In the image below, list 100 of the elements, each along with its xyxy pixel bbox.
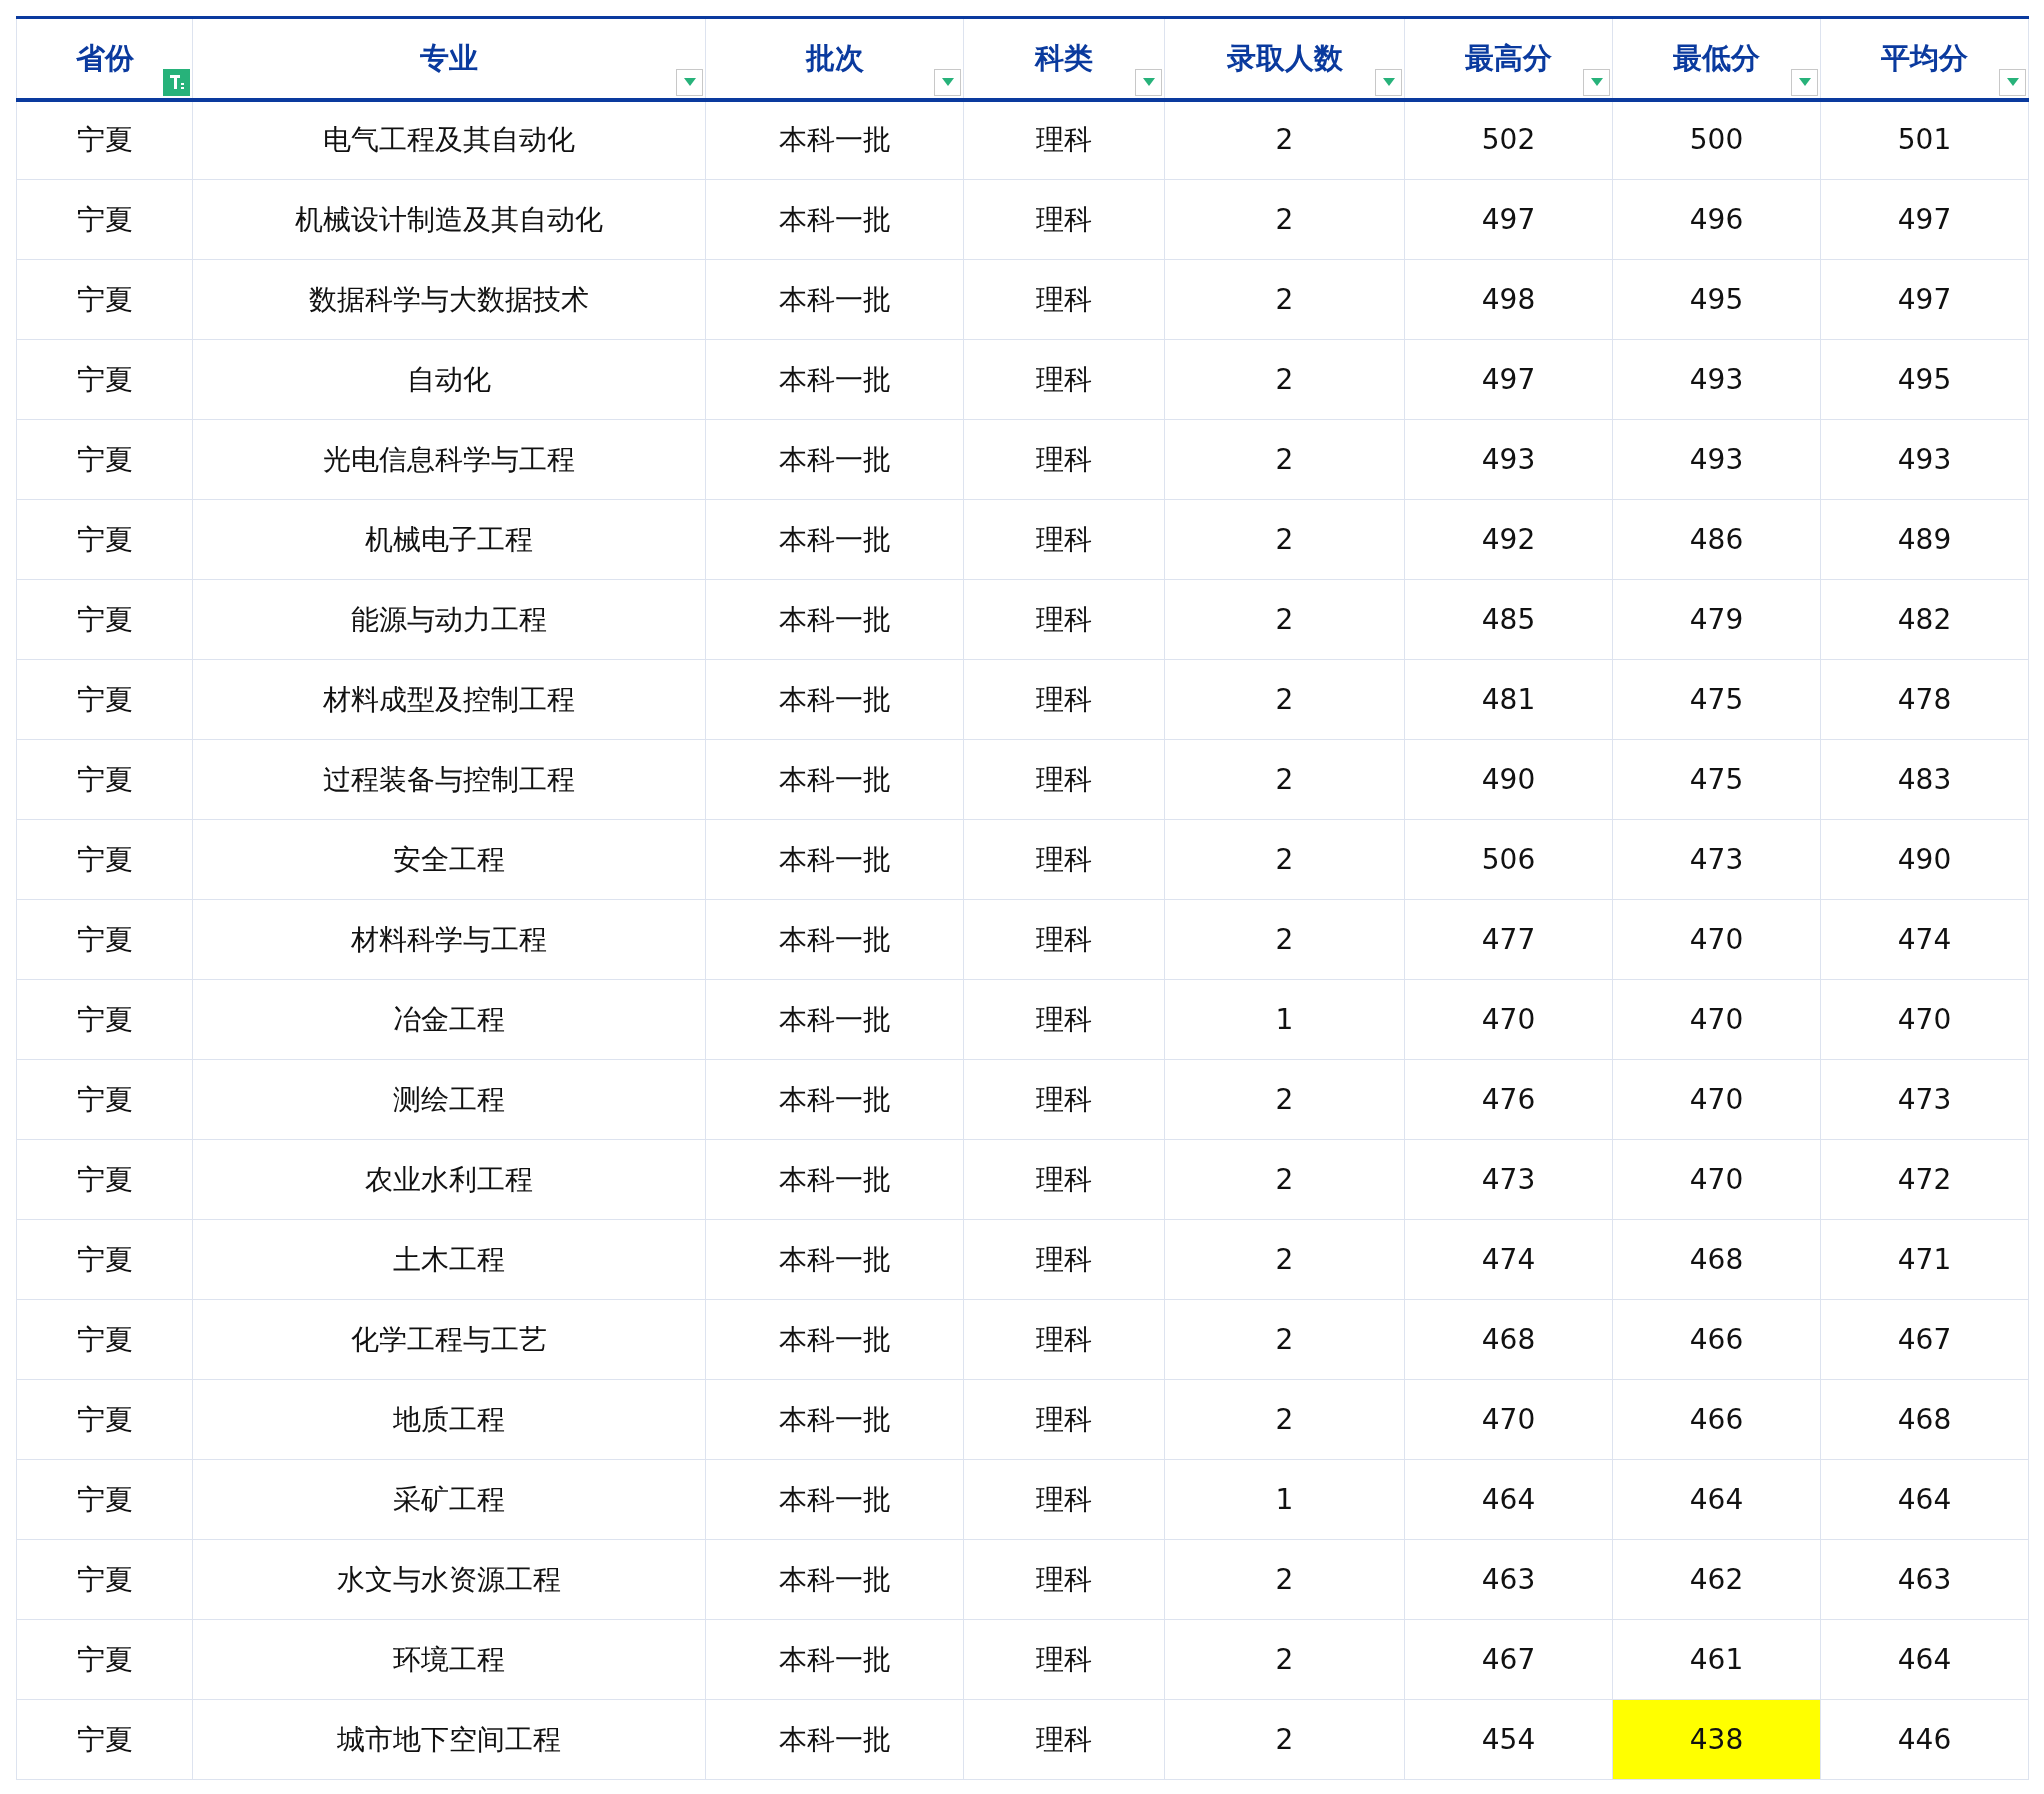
column-header: 录取人数 [1226,40,1343,75]
table-cell: 测绘工程 [192,1059,706,1140]
table-cell: 2 [1164,99,1405,180]
table-cell: 城市地下空间工程 [192,1699,706,1780]
caret-icon [1382,78,1395,86]
table-cell: 本科一批 [705,659,964,740]
table-cell: 473 [1612,819,1821,900]
table-cell: 473 [1404,1139,1613,1220]
table-cell: 2 [1164,1619,1405,1700]
table-cell: 2 [1164,1139,1405,1220]
filter-dropdown-button[interactable] [1375,68,1402,96]
table-cell: 理科 [963,1139,1165,1220]
table-cell: 本科一批 [705,579,964,660]
table-cell: 宁夏 [16,1299,193,1380]
table-cell: 光电信息科学与工程 [192,419,706,500]
table-cell: 理科 [963,1059,1165,1140]
table-cell: 474 [1820,899,2029,980]
table-cell: 宁夏 [16,659,193,740]
table-cell: 1 [1164,979,1405,1060]
table-cell: 宁夏 [16,899,193,980]
table-cell: 466 [1612,1299,1821,1380]
table-cell: 本科一批 [705,1619,964,1700]
caret-icon [1798,78,1811,86]
table-cell: 2 [1164,1699,1405,1780]
table-cell: 冶金工程 [192,979,706,1060]
table-cell: 2 [1164,1299,1405,1380]
column-header: 最高分 [1465,40,1552,75]
table-cell: 2 [1164,579,1405,660]
table-cell: 电气工程及其自动化 [192,99,706,180]
table-cell: 农业水利工程 [192,1139,706,1220]
table-cell: 宁夏 [16,1139,193,1220]
column-header: 平均分 [1881,40,1968,75]
table-cell: 过程装备与控制工程 [192,739,706,820]
table-cell: 497 [1820,179,2029,260]
table-cell: 本科一批 [705,339,964,420]
table-cell: 486 [1612,499,1821,580]
table-cell: 478 [1820,659,2029,740]
table-cell: 467 [1820,1299,2029,1380]
table-cell: 497 [1820,259,2029,340]
table-cell: 采矿工程 [192,1459,706,1540]
table-cell: 468 [1612,1219,1821,1300]
table-cell: 本科一批 [705,979,964,1060]
table-cell: 本科一批 [705,1379,964,1460]
filter-dropdown-button[interactable] [934,68,961,96]
table-cell: 502 [1404,99,1613,180]
table-cell: 446 [1820,1699,2029,1780]
table-cell: 2 [1164,259,1405,340]
table-cell: 理科 [963,979,1165,1060]
table-cell: 477 [1404,899,1613,980]
filter-dropdown-button[interactable] [1583,68,1610,96]
active-filter-button[interactable] [163,68,190,96]
table-cell: 理科 [963,1619,1165,1700]
table-cell: 454 [1404,1699,1613,1780]
table-cell: 本科一批 [705,819,964,900]
table-cell: 材料成型及控制工程 [192,659,706,740]
table-cell: 本科一批 [705,179,964,260]
caret-icon [2006,78,2019,86]
table-cell: 464 [1612,1459,1821,1540]
caret-icon [1590,78,1603,86]
table-cell: 470 [1612,979,1821,1060]
table-cell: 理科 [963,899,1165,980]
table-cell: 2 [1164,1539,1405,1620]
table-cell: 2 [1164,499,1405,580]
column-header: 科类 [1035,40,1093,75]
table-cell: 492 [1404,499,1613,580]
table-cell: 470 [1612,1059,1821,1140]
table-cell: 宁夏 [16,179,193,260]
table-cell: 机械设计制造及其自动化 [192,179,706,260]
table-cell: 2 [1164,739,1405,820]
table-cell: 485 [1404,579,1613,660]
table-cell: 470 [1404,979,1613,1060]
table-cell: 490 [1404,739,1613,820]
column-header: 最低分 [1673,40,1760,75]
filter-dropdown-button[interactable] [1999,68,2026,96]
table-cell: 理科 [963,1459,1165,1540]
table-cell: 470 [1820,979,2029,1060]
table-cell: 本科一批 [705,1219,964,1300]
table-cell: 438 [1612,1699,1821,1780]
filter-dropdown-button[interactable] [1135,68,1162,96]
table-cell: 理科 [963,99,1165,180]
table-cell: 本科一批 [705,1139,964,1220]
table-cell: 理科 [963,419,1165,500]
filter-dropdown-button[interactable] [676,68,703,96]
table-cell: 461 [1612,1619,1821,1700]
table-cell: 土木工程 [192,1219,706,1300]
table-cell: 493 [1820,419,2029,500]
table-cell: 宁夏 [16,1219,193,1300]
table-cell: 材料科学与工程 [192,899,706,980]
table-cell: 能源与动力工程 [192,579,706,660]
table-cell: 497 [1404,179,1613,260]
filter-dropdown-button[interactable] [1791,68,1818,96]
table-cell: 2 [1164,659,1405,740]
table-cell: 本科一批 [705,99,964,180]
table-cell: 1 [1164,1459,1405,1540]
table-cell: 理科 [963,739,1165,820]
table-cell: 本科一批 [705,499,964,580]
table-cell: 本科一批 [705,1539,964,1620]
table-cell: 环境工程 [192,1619,706,1700]
table-cell: 宁夏 [16,1459,193,1540]
table-cell: 自动化 [192,339,706,420]
